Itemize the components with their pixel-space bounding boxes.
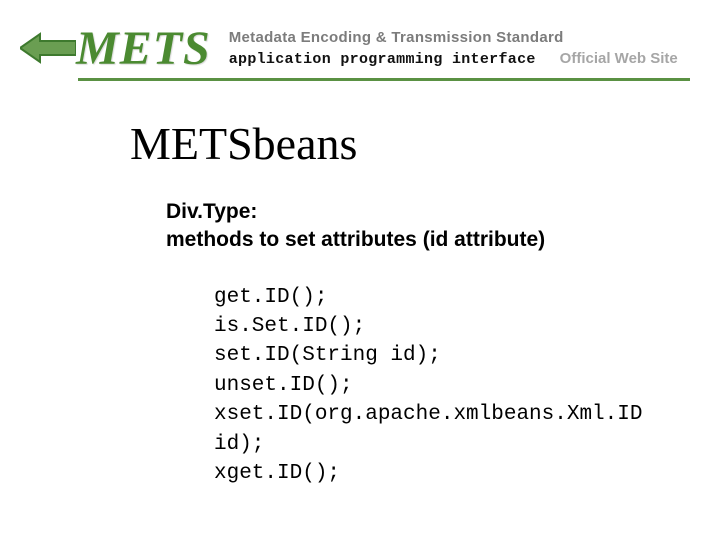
- header: METS Metadata Encoding & Transmission St…: [0, 0, 720, 78]
- arrow-left-icon: [20, 30, 76, 66]
- header-taglines: Metadata Encoding & Transmission Standar…: [229, 29, 680, 68]
- code-block: get.ID(); is.Set.ID(); set.ID(String id)…: [130, 283, 680, 489]
- subtag: application programming interface: [229, 51, 536, 68]
- logo-text: METS: [72, 21, 211, 76]
- page-title: METSbeans: [130, 117, 680, 170]
- tagline: Metadata Encoding & Transmission Standar…: [229, 29, 680, 46]
- logo: METS: [72, 21, 211, 76]
- subtitle: Div.Type: methods to set attributes (id …: [130, 198, 680, 255]
- official-site-label: Official Web Site: [560, 50, 678, 67]
- subtitle-line-1: Div.Type:: [166, 198, 680, 226]
- subtitle-line-2: methods to set attributes (id attribute): [166, 226, 680, 254]
- content: METSbeans Div.Type: methods to set attri…: [0, 81, 720, 488]
